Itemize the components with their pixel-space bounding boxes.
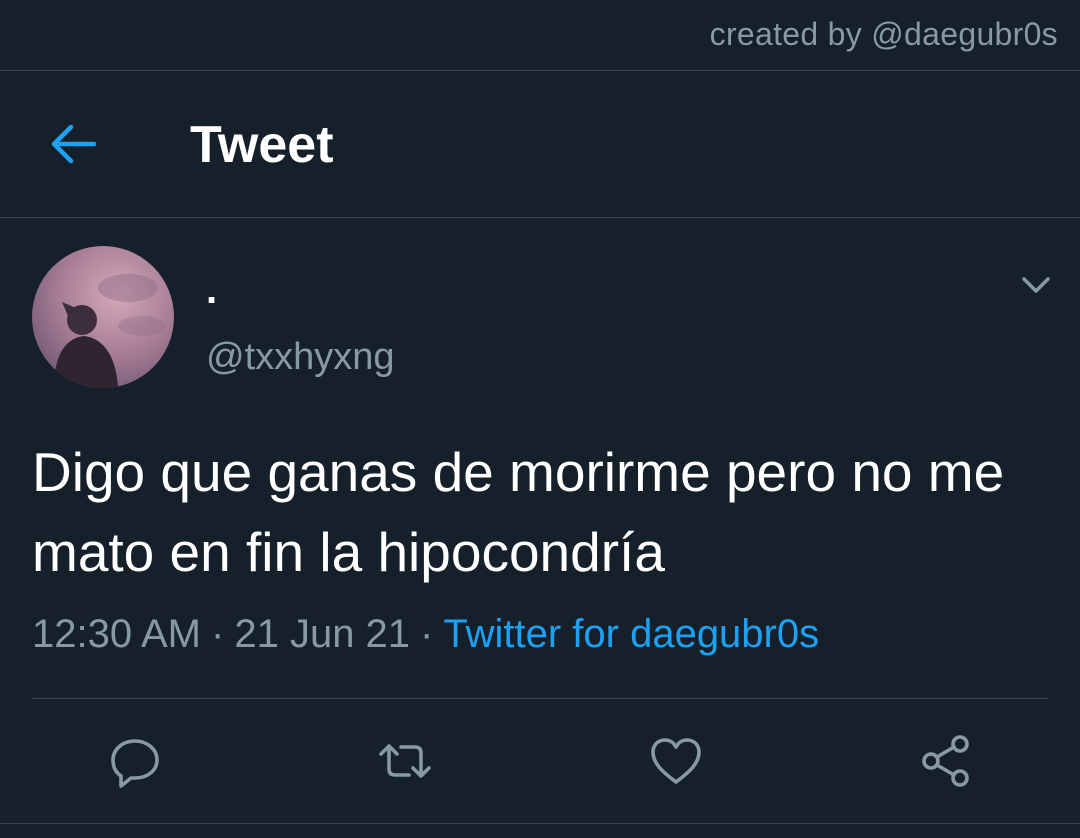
author-display-name[interactable]: . (206, 268, 217, 313)
reply-icon (111, 739, 159, 788)
heart-icon (651, 738, 701, 784)
retweet-icon (379, 744, 431, 778)
back-button[interactable] (44, 117, 104, 171)
avatar[interactable] (32, 246, 174, 388)
meta-separator: · (211, 612, 225, 656)
tweet-time: 12:30 AM (32, 612, 202, 656)
author-handle[interactable]: @txxhyxng (206, 336, 395, 379)
meta-separator: · (420, 612, 434, 656)
page-title: Tweet (190, 116, 334, 174)
like-button[interactable] (648, 733, 704, 789)
retweet-button[interactable] (377, 733, 433, 789)
header: Tweet (0, 71, 1080, 218)
divider (32, 698, 1048, 699)
more-options-button[interactable] (1016, 270, 1056, 300)
credit-text: created by @daegubr0s (709, 16, 1058, 52)
share-button[interactable] (918, 733, 974, 789)
tweet-text: Digo que ganas de morirme pero no me mat… (32, 441, 1005, 583)
chevron-down-icon (1022, 277, 1050, 293)
reply-button[interactable] (107, 733, 163, 789)
bottom-divider (0, 823, 1080, 824)
share-icon (922, 735, 969, 787)
arrow-left-icon (51, 124, 97, 164)
tweet-date: 21 Jun 21 (234, 612, 411, 656)
tweet-meta: 12:30 AM · 21 Jun 21 · Twitter for daegubr0s (32, 612, 819, 657)
tweet-source-link[interactable]: Twitter for daegubr0s (443, 612, 819, 656)
credit-bar: created by @daegubr0s (0, 0, 1080, 71)
